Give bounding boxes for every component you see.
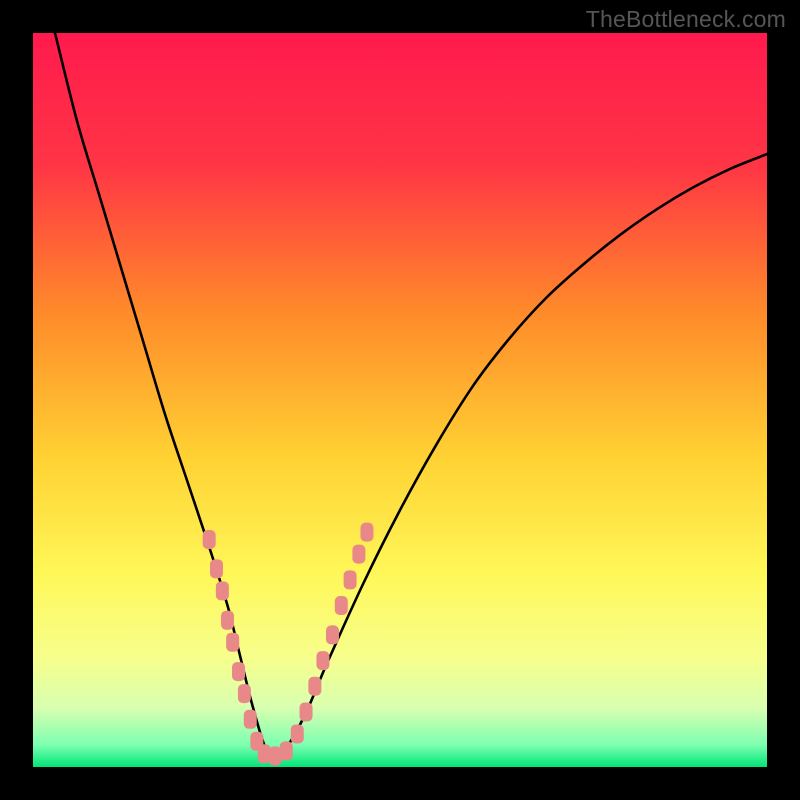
curve-marker — [280, 741, 293, 760]
chart-plot — [33, 33, 767, 767]
curve-marker — [238, 684, 251, 703]
curve-marker — [216, 581, 229, 600]
curve-marker — [221, 611, 234, 630]
gradient-background — [33, 33, 767, 767]
curve-marker — [335, 596, 348, 615]
watermark-text: TheBottleneck.com — [586, 6, 786, 33]
curve-marker — [360, 523, 373, 542]
chart-frame: TheBottleneck.com — [0, 0, 800, 800]
curve-marker — [352, 545, 365, 564]
curve-marker — [344, 570, 357, 589]
curve-marker — [203, 530, 216, 549]
curve-marker — [210, 559, 223, 578]
curve-marker — [300, 702, 313, 721]
curve-marker — [326, 625, 339, 644]
curve-marker — [308, 677, 321, 696]
curve-marker — [291, 724, 304, 743]
curve-marker — [232, 662, 245, 681]
curve-marker — [316, 651, 329, 670]
curve-marker — [226, 633, 239, 652]
curve-marker — [244, 710, 257, 729]
